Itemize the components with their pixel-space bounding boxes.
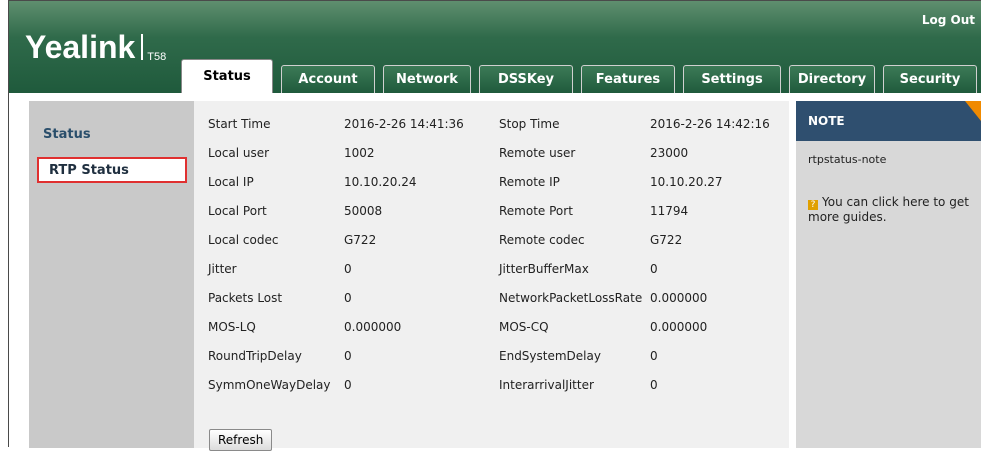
row-label: JitterBufferMax: [499, 262, 589, 276]
sidebar-item-status[interactable]: Status: [29, 121, 194, 147]
row-value: 2016-2-26 14:41:36: [344, 117, 464, 131]
row-value: 0: [344, 349, 352, 363]
row-label: Remote Port: [499, 204, 573, 218]
row-label: Stop Time: [499, 117, 560, 131]
row-value: 10.10.20.27: [650, 175, 723, 189]
row-value: 2016-2-26 14:42:16: [650, 117, 770, 131]
row-label: SymmOneWayDelay: [208, 378, 331, 392]
logo-text: Yealink: [25, 29, 136, 65]
note-panel: NOTE rtpstatus-note ? You can click here …: [796, 101, 981, 448]
help-icon: ?: [808, 200, 818, 210]
tab-dsskey[interactable]: DSSKey: [479, 65, 573, 93]
row-label: Local Port: [208, 204, 267, 218]
guide-link[interactable]: ? You can click here to get more guides.: [808, 195, 973, 224]
row-value: G722: [344, 233, 377, 247]
tab-status[interactable]: Status: [181, 59, 273, 93]
row-value: G722: [650, 233, 683, 247]
row-label: Local user: [208, 146, 270, 160]
tab-network[interactable]: Network: [383, 65, 471, 93]
refresh-button[interactable]: Refresh: [209, 429, 273, 451]
row-label: EndSystemDelay: [499, 349, 601, 363]
row-label: Jitter: [208, 262, 237, 276]
tab-directory[interactable]: Directory: [789, 65, 875, 93]
row-value: 10.10.20.24: [344, 175, 417, 189]
row-label: Remote user: [499, 146, 576, 160]
tab-features[interactable]: Features: [581, 65, 675, 93]
row-label: Remote codec: [499, 233, 585, 247]
note-corner-decoration: [965, 101, 981, 121]
window-frame: Yealink T58 Log Out Status Account Networ…: [8, 0, 981, 451]
logout-link[interactable]: Log Out: [922, 13, 975, 27]
guide-text: You can click here to get more guides.: [808, 195, 969, 224]
row-value: 0.000000: [650, 291, 708, 305]
row-value: 1002: [344, 146, 375, 160]
row-value: 23000: [650, 146, 689, 160]
rtp-status-panel: Start Time 2016-2-26 14:41:36 Stop Time …: [194, 101, 789, 451]
row-label: RoundTripDelay: [208, 349, 302, 363]
row-label: Start Time: [208, 117, 271, 131]
tab-settings[interactable]: Settings: [683, 65, 781, 93]
sidebar-item-rtp-status[interactable]: RTP Status: [37, 157, 187, 183]
row-label: MOS-CQ: [499, 320, 549, 334]
row-value: 0: [650, 378, 658, 392]
row-value: 0.000000: [344, 320, 402, 334]
row-label: Local codec: [208, 233, 279, 247]
tab-security[interactable]: Security: [883, 65, 977, 93]
row-value: 0: [650, 349, 658, 363]
header-bar: Yealink T58 Log Out Status Account Networ…: [9, 1, 981, 93]
row-value: 0: [344, 291, 352, 305]
row-label: Packets Lost: [208, 291, 283, 305]
sidebar: Status RTP Status: [29, 101, 194, 448]
row-value: 0: [650, 262, 658, 276]
row-label: Remote IP: [499, 175, 560, 189]
row-label: Local IP: [208, 175, 254, 189]
note-title: NOTE: [796, 101, 981, 141]
row-value: 0.000000: [650, 320, 708, 334]
row-value: 11794: [650, 204, 689, 218]
row-value: 0: [344, 378, 352, 392]
tab-account[interactable]: Account: [281, 65, 375, 93]
row-value: 0: [344, 262, 352, 276]
model-label: T58: [147, 51, 167, 63]
logo-separator: [141, 34, 144, 60]
note-text: rtpstatus-note: [808, 153, 887, 166]
row-label: MOS-LQ: [208, 320, 256, 334]
row-value: 50008: [344, 204, 383, 218]
row-label: NetworkPacketLossRate: [499, 291, 643, 305]
row-label: InterarrivalJitter: [499, 378, 594, 392]
yealink-logo: Yealink T58: [25, 29, 166, 66]
